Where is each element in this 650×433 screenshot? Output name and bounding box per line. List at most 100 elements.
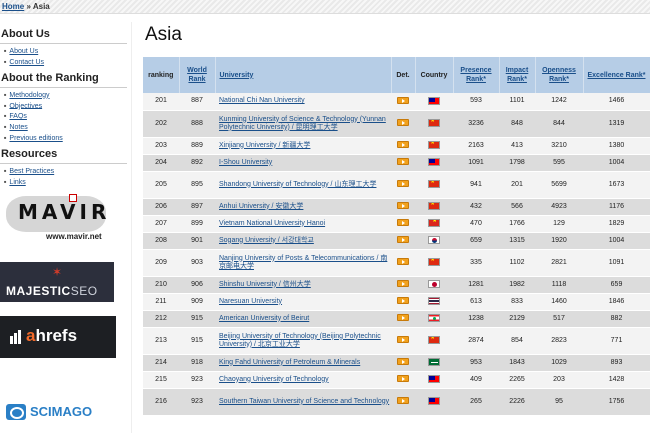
flag-cn-icon <box>428 180 440 189</box>
cell-details[interactable] <box>391 354 415 372</box>
cell-university-link[interactable]: Vietnam National University Hanoi <box>215 215 391 233</box>
details-icon[interactable] <box>397 219 409 227</box>
cell-country <box>415 137 453 155</box>
details-icon[interactable] <box>397 119 409 127</box>
col-header-openness[interactable]: Openness Rank* <box>535 57 584 93</box>
sidebar-item-faqs[interactable]: FAQs <box>4 111 131 122</box>
details-icon[interactable] <box>397 141 409 149</box>
details-icon[interactable] <box>397 158 409 166</box>
sidebar-item-contact-us[interactable]: Contact Us <box>4 57 131 68</box>
sidebar-item-best-practices[interactable]: Best Practices <box>4 166 131 177</box>
details-icon[interactable] <box>397 336 409 344</box>
cell-university-link[interactable]: Shinshu University / 信州大学 <box>215 276 391 294</box>
cell-country <box>415 388 453 416</box>
cell-details[interactable] <box>391 110 415 138</box>
sidebar-item-links[interactable]: Links <box>4 177 131 188</box>
cell-university-link[interactable]: I-Shou University <box>215 154 391 172</box>
cell-details[interactable] <box>391 276 415 294</box>
details-icon[interactable] <box>397 314 409 322</box>
scimago-logo[interactable]: SCIMAGO <box>0 400 116 422</box>
cell-details[interactable] <box>391 232 415 250</box>
ranking-table: ranking World Rank University Det. Count… <box>143 57 650 416</box>
cell-excellence-rank: 1319 <box>583 110 650 138</box>
col-header-impact[interactable]: Impact Rank* <box>499 57 536 93</box>
breadcrumb-home-link[interactable]: Home <box>2 2 24 11</box>
mavir-logo[interactable]: MAVIR www.mavir.net <box>0 190 118 244</box>
cell-details[interactable] <box>391 371 415 389</box>
details-icon[interactable] <box>397 236 409 244</box>
cell-university-link[interactable]: King Fahd University of Petroleum & Mine… <box>215 354 391 372</box>
cell-details[interactable] <box>391 93 415 111</box>
cell-excellence-rank: 1004 <box>583 232 650 250</box>
details-icon[interactable] <box>397 358 409 366</box>
cell-world-rank: 906 <box>179 276 215 294</box>
cell-details[interactable] <box>391 293 415 311</box>
details-icon[interactable] <box>397 297 409 305</box>
cell-university-link[interactable]: Beijing University of Technology (Beijin… <box>215 327 391 355</box>
sidebar-item-notes[interactable]: Notes <box>4 122 131 133</box>
details-icon[interactable] <box>397 280 409 288</box>
cell-university-link[interactable]: Shandong University of Technology / 山东理工… <box>215 171 391 199</box>
cell-ranking: 204 <box>143 154 179 172</box>
cell-university-link[interactable]: National Chi Nan University <box>215 93 391 111</box>
cell-details[interactable] <box>391 310 415 328</box>
mavir-url: www.mavir.net <box>46 232 102 241</box>
cell-ranking: 211 <box>143 293 179 311</box>
cell-details[interactable] <box>391 137 415 155</box>
col-header-excellence[interactable]: Excellence Rank* <box>583 57 650 93</box>
cell-presence-rank: 409 <box>453 371 499 389</box>
cell-world-rank: 889 <box>179 137 215 155</box>
col-header-university[interactable]: University <box>215 57 392 93</box>
cell-details[interactable] <box>391 249 415 277</box>
cell-details[interactable] <box>391 388 415 416</box>
table-header-row: ranking World Rank University Det. Count… <box>143 57 650 93</box>
cell-university-link[interactable]: American University of Beirut <box>215 310 391 328</box>
ranking-table-wrapper: ranking World Rank University Det. Count… <box>143 57 650 416</box>
cell-details[interactable] <box>391 215 415 233</box>
cell-university-link[interactable]: Anhui University / 安徽大学 <box>215 198 391 216</box>
cell-details[interactable] <box>391 198 415 216</box>
details-icon[interactable] <box>397 375 409 383</box>
majestic-seo-logo[interactable]: ✶ MAJESTICSEO <box>0 262 114 302</box>
sidebar-item-about-us[interactable]: About Us <box>4 46 131 57</box>
cell-presence-rank: 1091 <box>453 154 499 172</box>
majestic-logo-text: MAJESTICSEO <box>6 284 98 298</box>
table-row: 206897Anhui University / 安徽大学 43256649231… <box>143 198 650 216</box>
col-header-presence[interactable]: Presence Rank* <box>453 57 500 93</box>
sidebar-item-previous-editions[interactable]: Previous editions <box>4 133 131 144</box>
breadcrumb-current: Asia <box>32 2 50 11</box>
details-icon[interactable] <box>397 97 409 105</box>
cell-presence-rank: 265 <box>453 388 499 416</box>
cell-university-link[interactable]: Nanjing University of Posts & Telecommun… <box>215 249 391 277</box>
breadcrumb: Home » Asia <box>2 2 50 11</box>
cell-university-link[interactable]: Xinjiang University / 新疆大学 <box>215 137 391 155</box>
flag-cn-icon <box>428 336 440 345</box>
cell-country <box>415 310 453 328</box>
cell-details[interactable] <box>391 327 415 355</box>
sidebar-item-methodology[interactable]: Methodology <box>4 90 131 101</box>
cell-details[interactable] <box>391 154 415 172</box>
cell-university-link[interactable]: Sogang University / 서강대학교 <box>215 232 391 250</box>
flag-cn-icon <box>428 202 440 211</box>
cell-details[interactable] <box>391 171 415 199</box>
cell-presence-rank: 2874 <box>453 327 499 355</box>
table-row: 202 888 Kunming University of Science & Te… <box>143 110 650 138</box>
sidebar-item-objectives[interactable]: Objectives <box>4 101 131 112</box>
cell-university-link[interactable]: Naresuan University <box>215 293 391 311</box>
col-header-world-rank[interactable]: World Rank <box>179 57 216 93</box>
square-icon <box>69 194 77 202</box>
details-icon[interactable] <box>397 397 409 405</box>
details-icon[interactable] <box>397 202 409 210</box>
cell-presence-rank: 2163 <box>453 137 499 155</box>
cell-university-link[interactable]: Chaoyang University of Technology <box>215 371 391 389</box>
cell-university-link[interactable]: Southern Taiwan University of Science an… <box>215 388 391 416</box>
cell-openness-rank: 1118 <box>535 276 583 294</box>
cell-impact-rank: 1766 <box>499 215 535 233</box>
cell-ranking: 215 <box>143 371 179 389</box>
cell-world-rank: 915 <box>179 310 215 328</box>
details-icon[interactable] <box>397 180 409 188</box>
cell-impact-rank: 1101 <box>499 93 535 111</box>
ahrefs-logo[interactable]: ahrefs <box>0 316 116 358</box>
cell-university-link[interactable]: Kunming University of Science & Technolo… <box>215 110 391 138</box>
details-icon[interactable] <box>397 258 409 266</box>
